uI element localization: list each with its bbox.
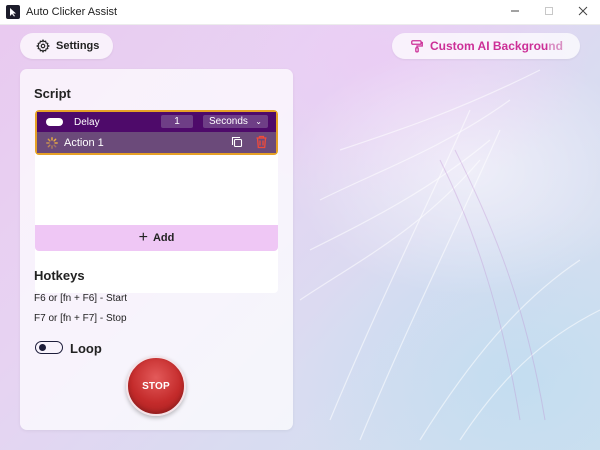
title-bar: Auto Clicker Assist — [0, 0, 600, 25]
script-title: Script — [34, 86, 71, 101]
maximize-icon — [544, 5, 554, 19]
copy-icon[interactable] — [231, 136, 243, 148]
chevron-down-icon: ⌄ — [255, 117, 262, 126]
custom-ai-background-label: Custom AI Background — [430, 39, 563, 53]
loading-spinner-icon — [46, 136, 58, 149]
loop-toggle-knob — [39, 344, 46, 351]
custom-ai-background-text: Custom AI Backgrou — [430, 39, 549, 53]
delay-value-input[interactable]: 1 — [161, 115, 193, 128]
close-icon — [578, 5, 588, 19]
delay-toggle[interactable] — [46, 118, 63, 126]
custom-ai-background-text-fade: nd — [548, 39, 563, 53]
app-logo-icon — [6, 5, 20, 19]
action-row[interactable]: Action 1 — [37, 132, 276, 153]
stop-button[interactable]: STOP — [126, 356, 186, 416]
minimize-icon — [510, 5, 520, 19]
hotkey-start: F6 or [fn + F6] - Start — [34, 293, 128, 304]
delay-block[interactable]: Delay 1 Seconds ⌄ Action 1 — [35, 110, 278, 155]
settings-button[interactable]: Settings — [20, 33, 113, 59]
hotkeys-title: Hotkeys — [34, 268, 85, 283]
plus-icon: + — [138, 229, 148, 246]
hotkey-stop: F7 or [fn + F7] - Stop — [34, 313, 127, 324]
window-controls — [498, 0, 600, 24]
delay-row: Delay 1 Seconds ⌄ — [37, 112, 276, 132]
delay-unit-value: Seconds — [209, 116, 248, 127]
app-window: Auto Clicker Assist Settings Custom AI B… — [0, 0, 600, 450]
main-panel: Script Delay 1 Seconds ⌄ Action 1 + Add … — [20, 69, 293, 430]
delay-unit-select[interactable]: Seconds ⌄ — [203, 115, 268, 128]
add-label: Add — [152, 232, 175, 244]
minimize-button[interactable] — [498, 0, 532, 24]
loop-label: Loop — [70, 341, 102, 356]
stop-label: STOP — [142, 380, 170, 392]
maximize-button — [532, 0, 566, 24]
delay-label: Delay — [74, 116, 100, 128]
custom-ai-background-button[interactable]: Custom AI Background — [392, 33, 580, 59]
action-label: Action 1 — [64, 136, 104, 149]
window-title: Auto Clicker Assist — [26, 6, 118, 18]
loop-toggle[interactable] — [35, 341, 63, 354]
add-action-button[interactable]: + Add — [35, 225, 278, 251]
gear-icon — [36, 39, 50, 53]
delete-icon[interactable] — [255, 135, 268, 149]
paint-roller-icon — [410, 39, 424, 53]
close-button[interactable] — [566, 0, 600, 24]
settings-label: Settings — [56, 40, 100, 52]
script-list: Delay 1 Seconds ⌄ Action 1 — [35, 110, 278, 293]
